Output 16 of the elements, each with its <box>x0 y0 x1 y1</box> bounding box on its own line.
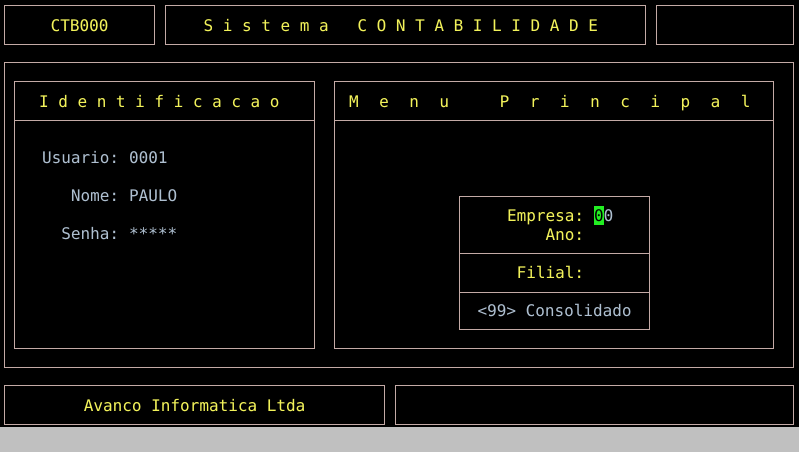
company-name: Avanco Informatica Ltda <box>84 396 306 414</box>
field-label: Empresa: <box>506 206 584 226</box>
field-label: Nome: <box>70 186 119 205</box>
program-code: CTB000 <box>50 16 108 34</box>
field-value: 0001 <box>129 148 169 167</box>
field-label: Filial: <box>516 263 584 282</box>
system-title: Sistema CONTABILIDADE <box>204 16 608 34</box>
field-label: Usuario: <box>40 148 119 167</box>
field-value: ***** <box>129 224 178 243</box>
field-label: Senha: <box>60 224 119 243</box>
input-field[interactable]: 00 <box>594 206 624 226</box>
panel-title: Identificacao <box>39 92 290 110</box>
panel-title: Menu Principal <box>349 92 771 110</box>
field-label: Ano: <box>544 225 584 244</box>
field-value: PAULO <box>129 186 178 205</box>
menu-option[interactable]: <99> Consolidado <box>460 301 649 320</box>
